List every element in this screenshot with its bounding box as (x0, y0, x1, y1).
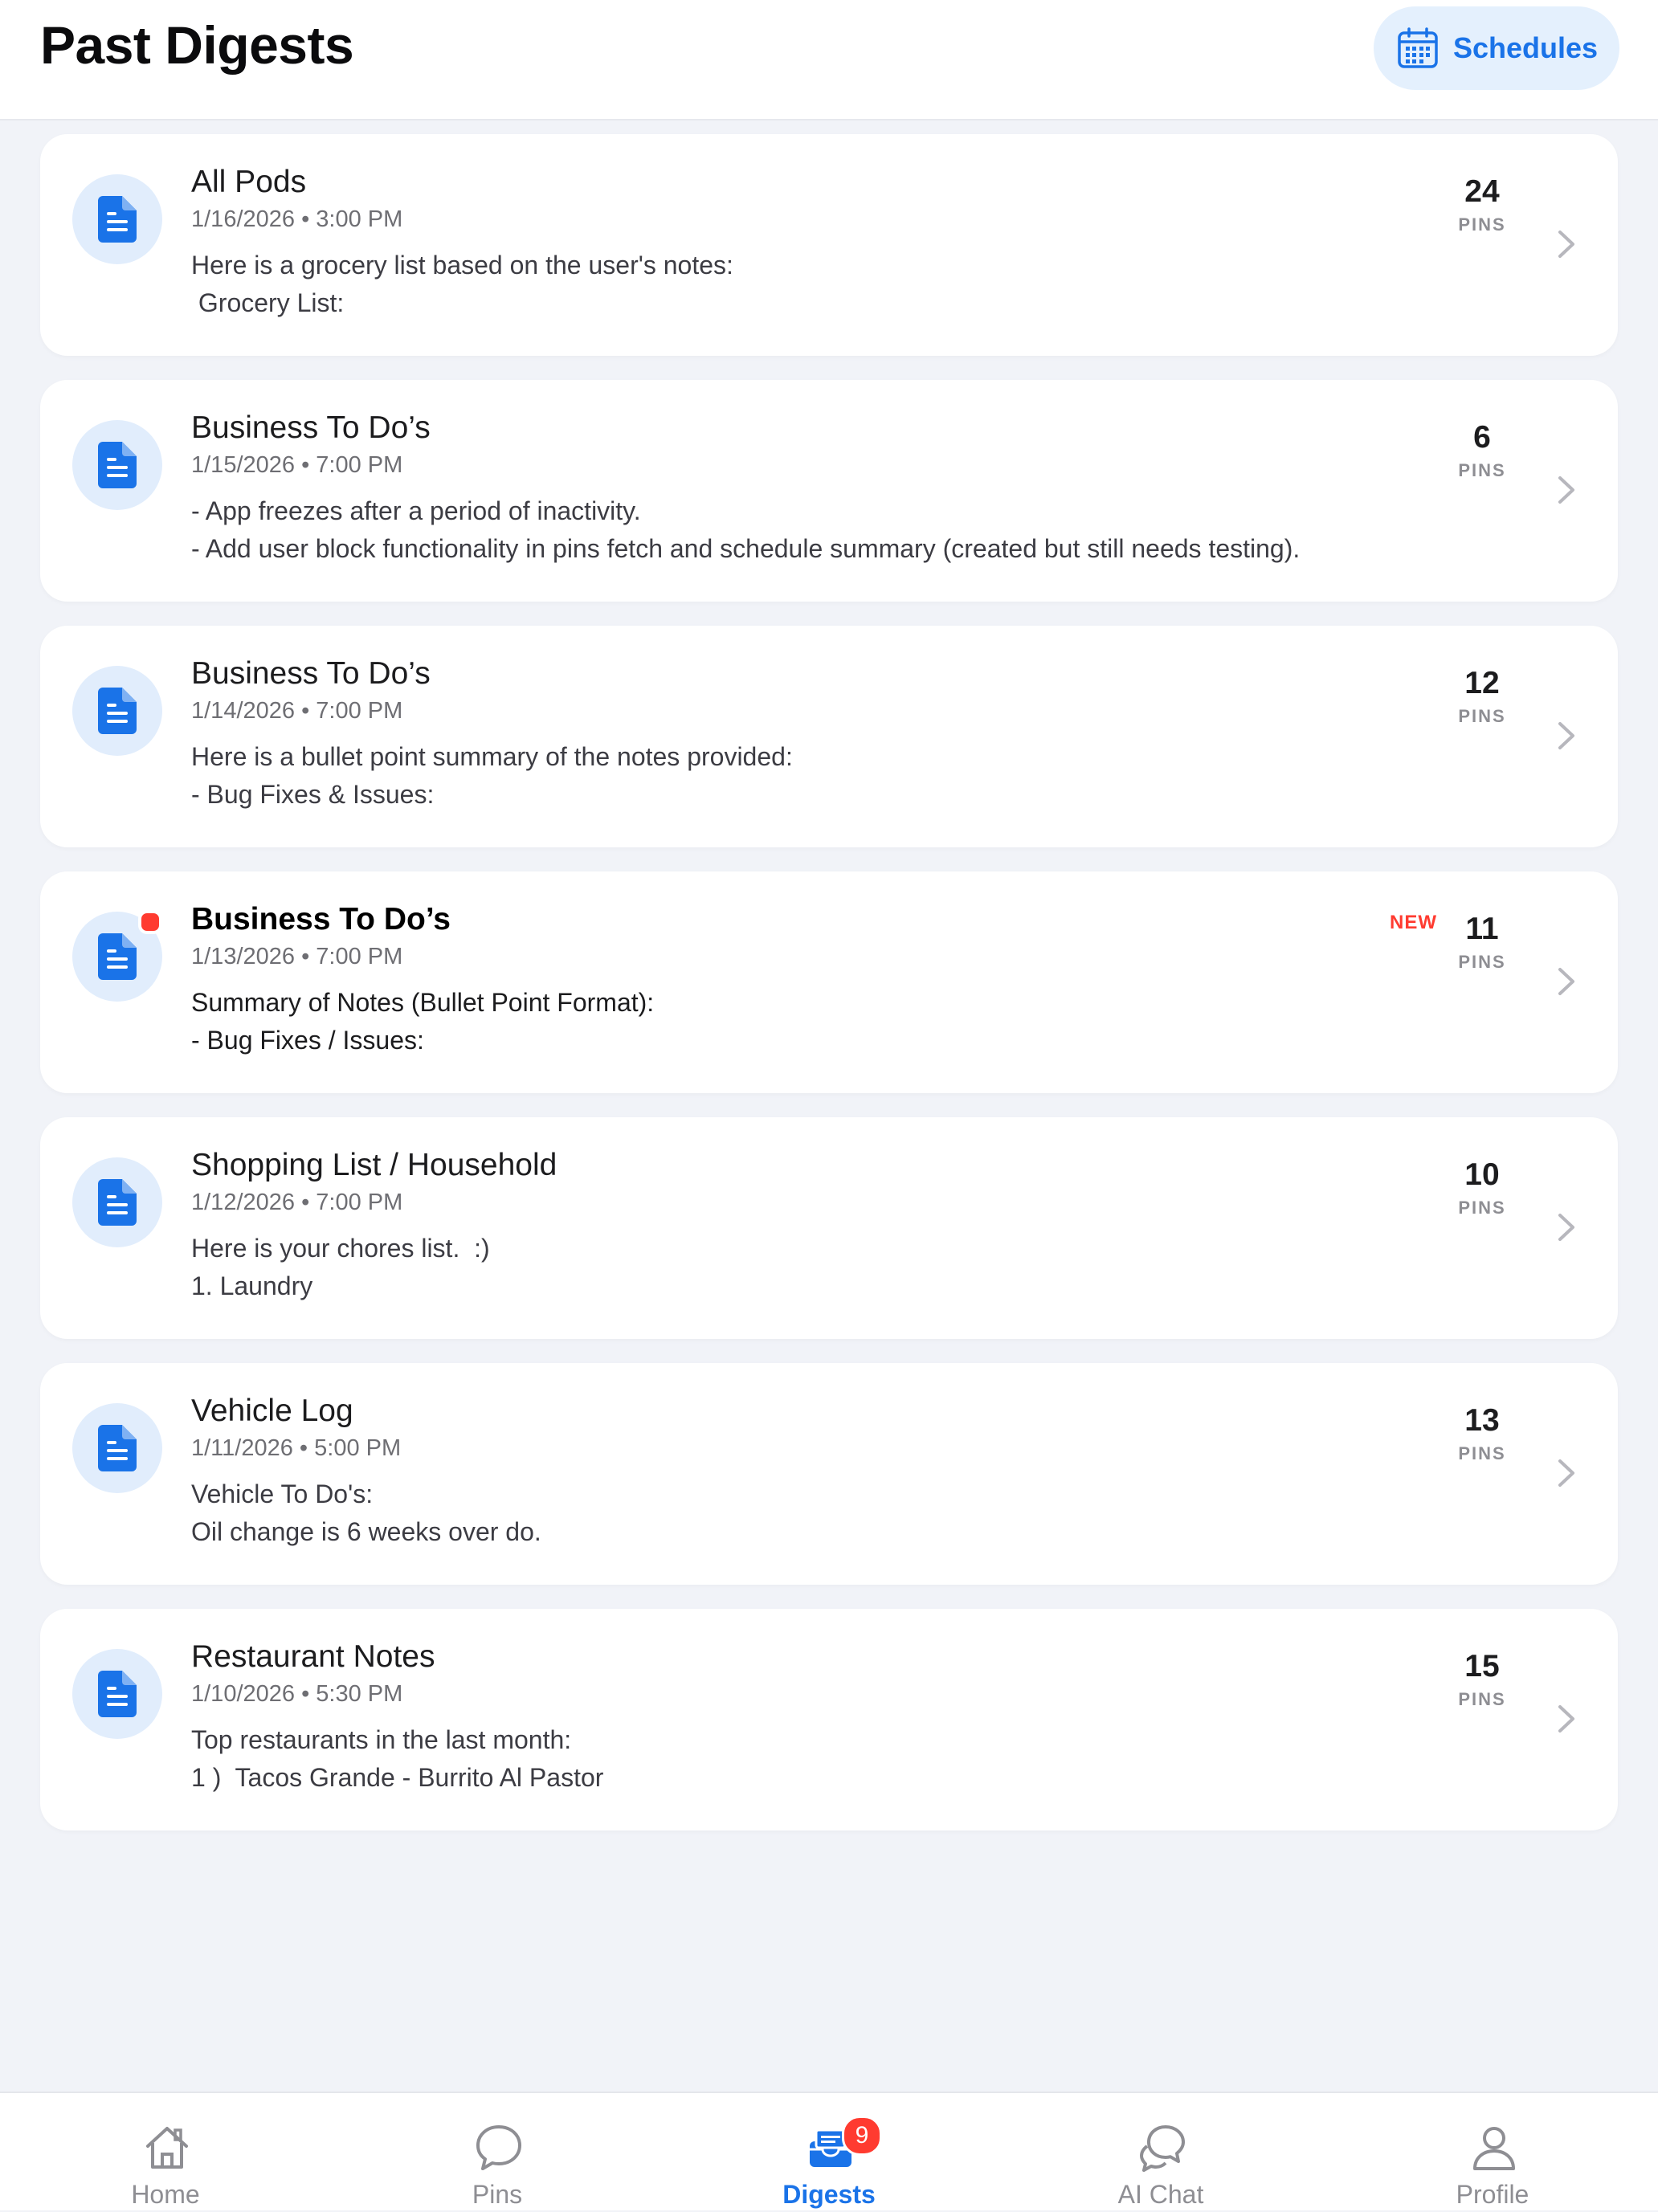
pin-count: 11 PINS (1438, 912, 1526, 973)
digest-preview-line: Here is your chores list. :) (191, 1234, 490, 1263)
document-icon (72, 1157, 162, 1247)
digest-card[interactable]: Vehicle Log 1/11/2026 • 5:00 PM Vehicle To… (40, 1363, 1618, 1585)
tab-bar: Home Pins Digests 9 AI Chat Profile (0, 2092, 1658, 2210)
pin-count-value: 11 (1465, 912, 1499, 946)
digest-date: 1/11/2026 • 5:00 PM (191, 1435, 402, 1461)
digest-preview-line: Oil change is 6 weeks over do. (191, 1517, 541, 1546)
digest-date: 1/13/2026 • 7:00 PM (191, 944, 403, 969)
tab-label: Home (131, 2180, 200, 2209)
digest-preview-line: Here is a grocery list based on the user… (191, 251, 733, 280)
digest-date: 1/12/2026 • 7:00 PM (191, 1190, 403, 1215)
chevron-right-icon (1550, 1207, 1582, 1247)
digest-list: All Pods 1/16/2026 • 3:00 PM Here is a gro… (40, 134, 1658, 1855)
digest-title: Restaurant Notes (191, 1639, 435, 1674)
digest-preview-line: Grocery List: (191, 288, 345, 317)
pin-count-unit: PINS (1458, 214, 1506, 235)
chevron-right-icon (1550, 1453, 1582, 1493)
digest-preview-line: 1. Laundry (191, 1271, 313, 1300)
digest-title: Business To Do’s (191, 902, 451, 937)
pin-count-value: 24 (1464, 174, 1500, 209)
tab-label: Digests (782, 2180, 876, 2209)
tab-label: Profile (1456, 2180, 1529, 2209)
chevron-right-icon (1550, 716, 1582, 756)
unread-dot (138, 910, 162, 934)
pin-count-value: 12 (1464, 666, 1500, 700)
pin-count: 24 PINS (1438, 174, 1526, 235)
digest-title: Business To Do’s (191, 656, 431, 691)
digest-card[interactable]: All Pods 1/16/2026 • 3:00 PM Here is a gro… (40, 134, 1618, 356)
tab-ai-chat[interactable]: AI Chat (1056, 2093, 1265, 2212)
pin-count-unit: PINS (1458, 1689, 1506, 1709)
pin-count: 6 PINS (1438, 420, 1526, 481)
chevron-right-icon (1550, 1699, 1582, 1739)
schedules-label: Schedules (1452, 31, 1599, 64)
house-icon (146, 2127, 188, 2169)
digest-title: Business To Do’s (191, 410, 431, 445)
digest-preview-line: - Bug Fixes & Issues: (191, 780, 435, 809)
digest-title: All Pods (191, 165, 307, 199)
page-title: Past Digests (40, 15, 354, 75)
pin-count-value: 10 (1464, 1157, 1500, 1192)
person-icon (1473, 2127, 1515, 2170)
digest-preview-line: Summary of Notes (Bullet Point Format): (191, 988, 655, 1017)
digest-card[interactable]: Business To Do’s 1/15/2026 • 7:00 PM - App… (40, 380, 1618, 602)
digest-preview-line: Top restaurants in the last month: (191, 1725, 572, 1754)
digest-preview-line: 1 ) Tacos Grande - Burrito Al Pastor (191, 1763, 604, 1792)
chat-bubble-icon (476, 2125, 521, 2170)
pin-count-unit: PINS (1458, 460, 1506, 480)
pin-count: 15 PINS (1438, 1649, 1526, 1710)
chat-bubbles-icon (1140, 2125, 1185, 2172)
pin-count-unit: PINS (1458, 1443, 1506, 1463)
tab-label: AI Chat (1117, 2180, 1204, 2209)
calendar-icon (1398, 27, 1438, 68)
pin-count: 12 PINS (1438, 666, 1526, 727)
chevron-right-icon (1550, 470, 1582, 510)
document-icon (72, 1403, 162, 1493)
tab-label: Pins (472, 2180, 523, 2209)
tab-digests[interactable]: Digests 9 (725, 2093, 933, 2212)
digest-card[interactable]: Business To Do’s 1/14/2026 • 7:00 PM Here … (40, 626, 1618, 847)
digest-title: Vehicle Log (191, 1394, 353, 1428)
digest-date: 1/10/2026 • 5:30 PM (191, 1681, 403, 1707)
digest-title: Shopping List / Household (191, 1148, 557, 1182)
digest-date: 1/14/2026 • 7:00 PM (191, 698, 403, 724)
pin-count-value: 6 (1473, 420, 1491, 455)
chevron-right-icon (1550, 961, 1582, 1002)
header: Past Digests Schedules (0, 0, 1658, 120)
digest-preview-line: - Bug Fixes / Issues: (191, 1026, 424, 1055)
digest-preview-line: - Add user block functionality in pins f… (191, 534, 1301, 563)
pin-count-value: 15 (1464, 1649, 1500, 1683)
document-icon (72, 420, 162, 510)
tab-home[interactable]: Home (61, 2093, 270, 2212)
chevron-right-icon (1550, 224, 1582, 264)
digest-card[interactable]: Restaurant Notes 1/10/2026 • 5:30 PM Top r… (40, 1609, 1618, 1830)
pin-count-unit: PINS (1458, 706, 1506, 726)
tab-pins[interactable]: Pins (393, 2093, 602, 2212)
digest-preview-line: Vehicle To Do's: (191, 1479, 374, 1508)
pin-count-unit: PINS (1458, 952, 1506, 972)
digest-date: 1/16/2026 • 3:00 PM (191, 206, 403, 232)
pin-count: 13 PINS (1438, 1403, 1526, 1464)
pin-count: 10 PINS (1438, 1157, 1526, 1218)
document-icon (72, 174, 162, 264)
new-badge: NEW (1390, 912, 1437, 933)
tab-profile[interactable]: Profile (1388, 2093, 1597, 2212)
pin-count-unit: PINS (1458, 1198, 1506, 1218)
document-icon (72, 1649, 162, 1739)
digest-card[interactable]: Business To Do’s 1/13/2026 • 7:00 PM Summa… (40, 871, 1618, 1093)
schedules-button[interactable]: Schedules (1374, 6, 1619, 90)
notification-badge: 9 (842, 2116, 882, 2156)
document-icon (72, 666, 162, 756)
digest-date: 1/15/2026 • 7:00 PM (191, 452, 403, 478)
digest-preview-line: Here is a bullet point summary of the no… (191, 742, 793, 771)
pin-count-value: 13 (1464, 1403, 1500, 1438)
digest-preview-line: - App freezes after a period of inactivi… (191, 496, 641, 525)
digest-card[interactable]: Shopping List / Household 1/12/2026 • 7:0… (40, 1117, 1618, 1339)
